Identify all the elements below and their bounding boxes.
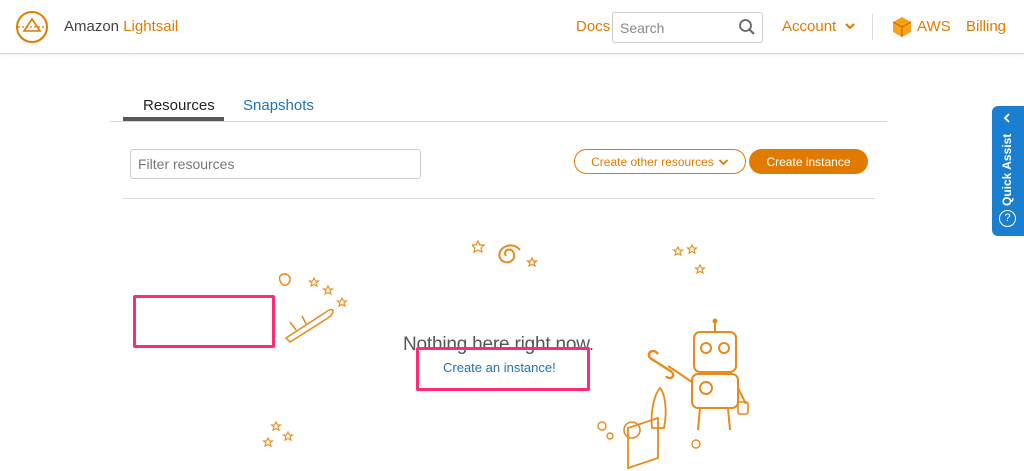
help-icon: ? (999, 210, 1016, 227)
brand-title[interactable]: Amazon Lightsail (64, 18, 178, 35)
quick-assist-label: Quick Assist (1000, 133, 1014, 206)
tab-snapshots[interactable]: Snapshots (243, 97, 314, 114)
header-divider (872, 14, 873, 40)
highlight-box (133, 295, 275, 348)
chevron-down-icon (845, 23, 856, 30)
lightsail-logo-icon[interactable] (14, 9, 50, 45)
aws-link[interactable]: AWS (917, 18, 951, 35)
highlight-box (416, 347, 590, 391)
brand-prefix: Amazon (64, 18, 120, 35)
aws-cube-icon[interactable] (892, 16, 912, 38)
chevron-left-icon (1003, 113, 1010, 123)
brand-name: Lightsail (123, 18, 179, 35)
galaxy-illustration-icon (472, 239, 539, 268)
search-box (612, 12, 763, 43)
top-navigation-bar: Amazon Lightsail Docs Account AWS Billin… (0, 0, 1024, 54)
account-label: Account (782, 18, 837, 35)
tab-resources[interactable]: Resources (143, 97, 215, 114)
quick-assist-tab[interactable]: Quick Assist ? (992, 106, 1024, 236)
create-other-resources-button[interactable]: Create other resources (574, 149, 746, 174)
search-input[interactable] (613, 13, 733, 42)
content-divider (123, 198, 875, 199)
stars-illustration-icon (672, 243, 707, 275)
chevron-down-icon (718, 158, 728, 165)
account-menu[interactable]: Account (782, 18, 856, 35)
create-instance-button[interactable]: Create instance (749, 149, 868, 174)
stars-illustration-icon (262, 420, 295, 448)
robot-illustration-icon (597, 318, 749, 470)
rocket-illustration-icon (278, 273, 349, 343)
search-icon[interactable] (738, 18, 756, 36)
docs-link[interactable]: Docs (576, 18, 610, 35)
filter-box (130, 149, 421, 179)
filter-resources-input[interactable] (131, 150, 420, 178)
tabs-divider (110, 121, 887, 122)
billing-link[interactable]: Billing (966, 18, 1006, 35)
create-other-resources-label: Create other resources (591, 154, 714, 169)
